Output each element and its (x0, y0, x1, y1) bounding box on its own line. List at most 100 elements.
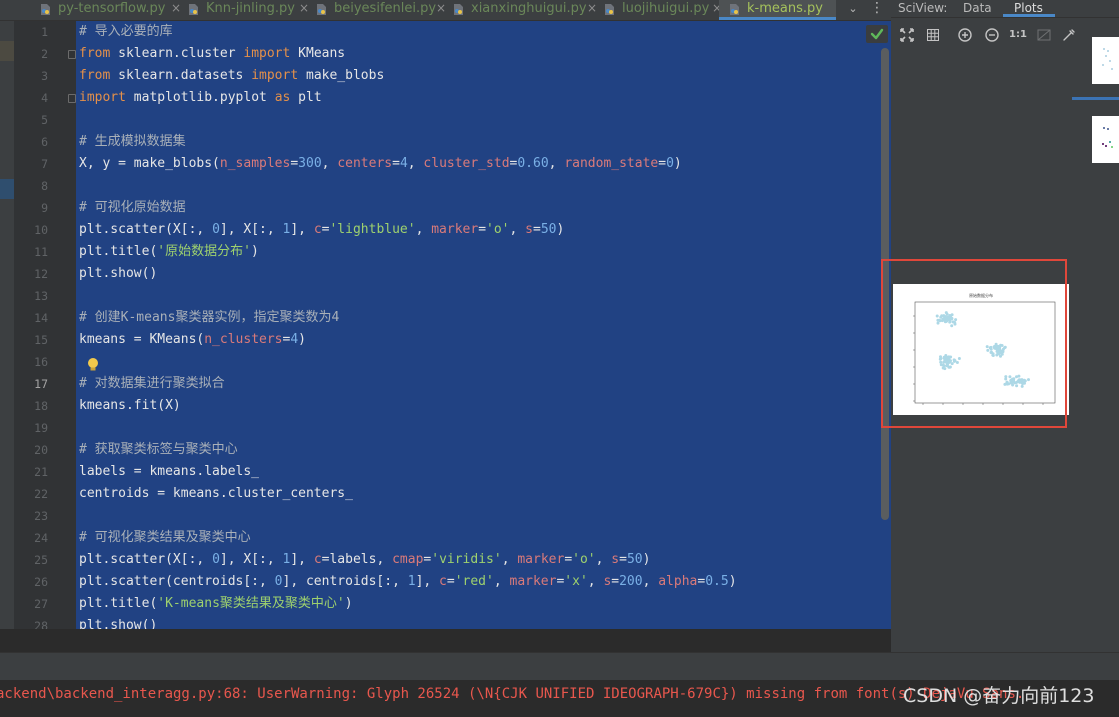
code-editor[interactable]: # 导入必要的库 from sklearn.cluster import KMea… (76, 21, 891, 629)
code-token: # 可视化原始数据 (79, 200, 186, 215)
code-token: random_state (564, 156, 659, 171)
code-token: ) (298, 332, 306, 347)
code-token: 4 (399, 156, 408, 171)
code-token: , (321, 156, 338, 171)
code-token: = (611, 574, 620, 589)
code-line: plt.show() (79, 615, 157, 629)
run-tool-header (0, 652, 1119, 681)
code-token: 50 (626, 552, 643, 567)
code-token: # 创建K-means聚类器实例，指定聚类数为4 (79, 310, 340, 325)
tab-label: xianxinghuigui.py (471, 1, 587, 16)
code-token: c (313, 552, 322, 567)
code-token: X, y = make_blobs( (79, 156, 220, 171)
tab-more-options-icon[interactable]: ⋮ (867, 0, 887, 20)
code-line: # 获取聚类标签与聚类中心 (79, 439, 238, 461)
grid-icon[interactable] (925, 27, 941, 43)
tab-0[interactable]: py-tensorflow.py × (30, 0, 185, 20)
code-token: ], X[:, (219, 222, 283, 237)
plot-thumbnail-2[interactable] (1092, 116, 1119, 163)
code-token: sklearn.datasets (110, 68, 252, 83)
python-file-icon (316, 3, 327, 16)
line-number: 4 (41, 91, 48, 105)
line-number: 2 (41, 47, 48, 61)
tab-3[interactable]: xianxinghuigui.py × (443, 0, 601, 20)
code-token: centroids = kmeans.cluster_centers_ (79, 486, 353, 501)
code-token: 'K-means聚类结果及聚类中心' (157, 596, 345, 611)
code-token: , (548, 156, 565, 171)
code-token: 200 (619, 574, 643, 589)
code-token: centers (337, 156, 393, 171)
code-token: = (564, 552, 573, 567)
python-file-icon (40, 3, 51, 16)
code-token: , (642, 574, 659, 589)
code-token: c (313, 222, 322, 237)
tab-label: beiyesifenlei.py (334, 1, 437, 16)
code-token: n_clusters (204, 332, 283, 347)
code-token: = (446, 574, 455, 589)
tab-4[interactable]: luojihuigui.py × (594, 0, 726, 20)
code-line: kmeans.fit(X) (79, 395, 181, 417)
code-token: n_samples (219, 156, 291, 171)
line-number: 12 (34, 267, 48, 281)
tab-2[interactable]: beiyesifenlei.py × (306, 0, 450, 20)
code-token: plt.show() (79, 266, 158, 281)
code-line: plt.scatter(centroids[:, 0], centroids[:… (79, 571, 737, 593)
line-number: 24 (34, 531, 48, 545)
code-token: '原始数据分布' (157, 244, 251, 259)
watermark: CSDN @奋力向前123 (903, 685, 1095, 707)
code-line: plt.title('原始数据分布') (79, 241, 259, 263)
actual-size-icon[interactable]: 1:1 (1009, 27, 1027, 43)
code-token: ], (290, 222, 314, 237)
intention-lightbulb-icon[interactable] (86, 357, 100, 373)
plot-thumbnail-1[interactable] (1092, 37, 1119, 84)
code-token: from (79, 68, 111, 83)
code-token: = (478, 222, 487, 237)
tab-data[interactable]: Data (963, 0, 992, 16)
line-number: 17 (34, 377, 48, 391)
editor-tab-bar: py-tensorflow.py × Knn-jinling.py × beiyesif… (0, 0, 891, 21)
fold-marker-icon[interactable] (68, 94, 76, 103)
line-number: 25 (34, 553, 48, 567)
code-token: , (415, 222, 432, 237)
code-token: plt.scatter(X[:, (79, 552, 213, 567)
tab-overflow-dropdown-icon[interactable]: ⌄ (843, 0, 863, 20)
code-token: s (611, 552, 620, 567)
fit-to-window-icon[interactable] (899, 27, 915, 43)
tab-1[interactable]: Knn-jinling.py × (178, 0, 313, 20)
code-line: from sklearn.cluster import KMeans (79, 43, 345, 65)
code-token: 'o' (486, 222, 510, 237)
code-token: marker (517, 552, 565, 567)
code-token: cmap (392, 552, 424, 567)
python-file-icon (453, 3, 464, 16)
code-line: from sklearn.datasets import make_blobs (79, 65, 384, 87)
code-token: = (533, 222, 541, 237)
line-number: 20 (34, 443, 48, 457)
plot-thumbnail-list (1072, 20, 1119, 180)
code-token: ], centroids[:, (282, 574, 408, 589)
code-token: 0 (212, 552, 220, 567)
code-line: plt.title('K-means聚类结果及聚类中心') (79, 593, 353, 615)
line-number: 19 (34, 421, 48, 435)
line-number: 27 (34, 597, 48, 611)
zoom-in-icon[interactable] (957, 27, 973, 43)
code-token: 50 (540, 222, 557, 237)
line-number: 13 (34, 289, 48, 303)
line-number: 5 (41, 113, 48, 127)
thumbnail-selection-bar (1072, 97, 1119, 100)
python-file-icon (188, 3, 199, 16)
zoom-out-icon[interactable] (984, 27, 1000, 43)
tab-label: k-means.py (747, 1, 823, 16)
code-token: ) (250, 244, 259, 259)
code-token: s (525, 222, 533, 237)
line-number: 6 (41, 135, 48, 149)
line-number: 22 (34, 487, 48, 501)
fold-marker-icon[interactable] (68, 50, 76, 59)
python-file-icon (729, 3, 740, 16)
inspection-ok-badge[interactable] (866, 25, 888, 43)
code-token: 'red' (454, 574, 494, 589)
code-line: # 导入必要的库 (79, 21, 173, 43)
code-token: = (392, 156, 400, 171)
background-icon[interactable] (1036, 27, 1052, 43)
tab-5[interactable]: k-means.py (719, 0, 836, 20)
console-warning-line: ackend\backend_interagg.py:68: UserWarni… (0, 686, 1025, 702)
